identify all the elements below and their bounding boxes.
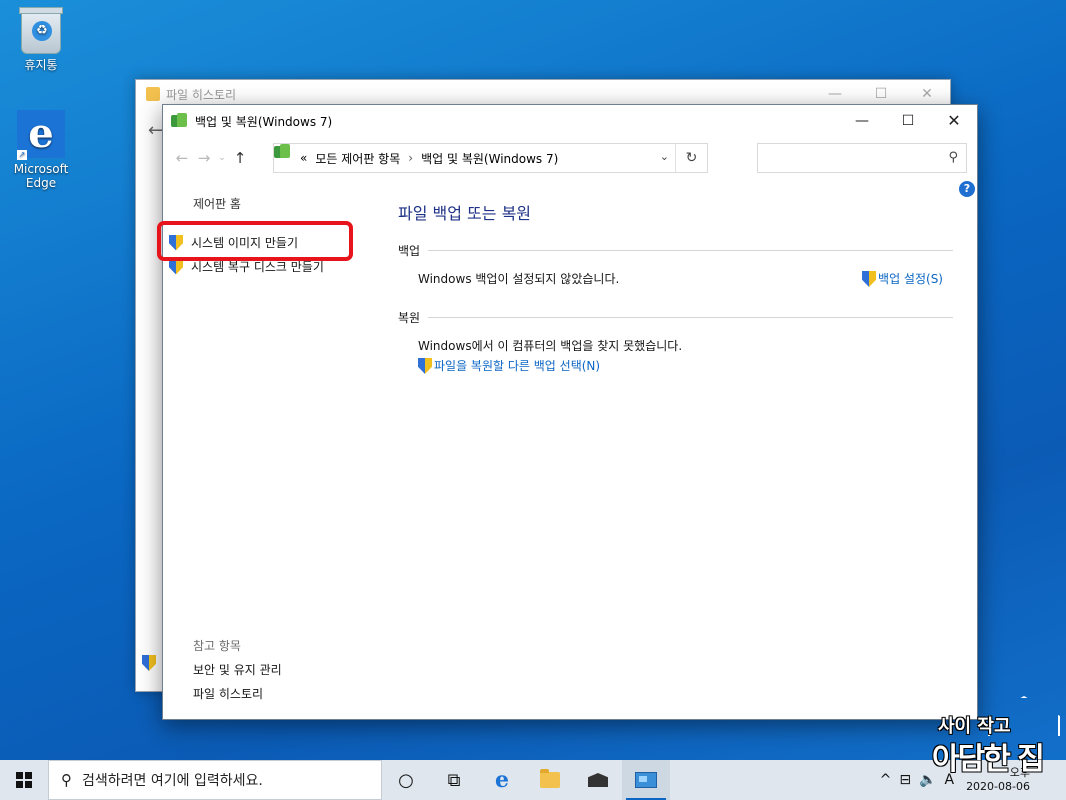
task-view-icon[interactable]: ⧉	[430, 760, 478, 800]
recent-dropdown-icon[interactable]: ⌄	[215, 153, 229, 163]
main-content: 파일 백업 또는 복원 백업 Windows 백업이 설정되지 않았습니다. 백…	[398, 200, 953, 376]
back-arrow-icon[interactable]: ←	[148, 120, 163, 141]
minimize-button[interactable]: —	[839, 105, 885, 137]
navigation-bar: ← → ⌄ ↑ « 모든 제어판 항목 › 백업 및 복원(Windows 7)…	[163, 143, 977, 173]
divider	[428, 317, 953, 318]
mail-icon[interactable]	[574, 760, 622, 800]
file-history-link[interactable]: 파일 히스토리	[193, 685, 263, 702]
edge-icon: e ↗	[17, 110, 65, 160]
taskbar-search-placeholder: 검색하려면 여기에 입력하세요.	[82, 773, 263, 789]
file-history-icon	[146, 87, 160, 101]
divider	[428, 250, 953, 251]
forward-arrow-icon[interactable]: →	[193, 149, 215, 167]
setup-backup-link[interactable]: 백업 설정(S)	[862, 269, 943, 289]
backup-status-row: Windows 백업이 설정되지 않았습니다. 백업 설정(S)	[398, 269, 953, 289]
shield-icon	[862, 271, 877, 287]
recycle-bin-desktop-icon[interactable]: ♻ 휴지통	[8, 7, 74, 72]
cortana-icon[interactable]: ○	[382, 760, 430, 800]
restore-status-text: Windows에서 이 컴퓨터의 백업을 찾지 못했습니다.	[418, 339, 683, 353]
input-method-indicator[interactable]: A	[944, 772, 954, 788]
red-highlight-box	[157, 221, 353, 261]
control-panel-taskbar-icon[interactable]	[622, 760, 670, 800]
select-another-backup-label: 파일을 복원할 다른 백업 선택(N)	[434, 359, 601, 373]
shield-icon	[142, 655, 156, 671]
select-another-backup-link[interactable]: 파일을 복원할 다른 백업 선택(N)	[418, 356, 600, 376]
search-icon: ⚲	[61, 771, 72, 789]
setup-backup-label: 백업 설정(S)	[878, 272, 943, 286]
chevron-down-icon[interactable]: ⌄	[660, 150, 669, 163]
network-icon[interactable]: ⊟	[899, 772, 911, 788]
restore-status-row: Windows에서 이 컴퓨터의 백업을 찾지 못했습니다.	[398, 336, 953, 356]
close-button[interactable]: ✕	[931, 105, 977, 137]
maximize-button[interactable]: ☐	[885, 105, 931, 137]
restore-section-title: 복원	[398, 311, 421, 325]
restore-section-header: 복원	[398, 309, 953, 326]
address-bar[interactable]: « 모든 제어판 항목 › 백업 및 복원(Windows 7) ⌄ ↻	[273, 143, 708, 173]
volume-icon[interactable]: 🔈	[919, 772, 936, 788]
control-panel-icon	[274, 144, 296, 166]
backup-restore-window[interactable]: 백업 및 복원(Windows 7) — ☐ ✕ ← → ⌄ ↑ « 모든 제어…	[157, 104, 978, 720]
edge-label: Microsoft Edge	[13, 162, 69, 190]
search-input[interactable]: ⚲	[757, 143, 967, 173]
backup-section-title: 백업	[398, 244, 421, 258]
shield-icon	[418, 358, 432, 374]
taskbar: ⚲ 검색하려면 여기에 입력하세요. ○ ⧉ e ^ ⊟ 🔈 A 오후 2020…	[0, 760, 1066, 800]
breadcrumb-separator: ›	[408, 151, 414, 165]
recycle-bin-label: 휴지통	[24, 58, 58, 72]
clock[interactable]: 오후 2020-08-06	[966, 766, 1066, 794]
security-maintenance-link[interactable]: 보안 및 유지 관리	[193, 661, 282, 678]
page-title: 파일 백업 또는 복원	[398, 204, 532, 223]
clock-time: 오후	[1009, 766, 1030, 779]
help-icon[interactable]: ?	[959, 181, 975, 197]
start-button[interactable]	[0, 760, 48, 800]
file-explorer-icon[interactable]	[526, 760, 574, 800]
file-history-title: 파일 히스토리	[166, 87, 237, 102]
backup-restore-icon	[171, 113, 189, 129]
up-arrow-icon[interactable]: ↑	[229, 149, 251, 167]
recycle-bin-icon: ♻	[19, 7, 63, 54]
backup-section-header: 백업	[398, 242, 953, 259]
back-arrow-icon[interactable]: ←	[171, 149, 193, 167]
restore-action-row: 파일을 복원할 다른 백업 선택(N)	[398, 356, 953, 376]
sidebar: 제어판 홈 시스템 이미지 만들기 시스템 복구 디스크 만들기 참고 항목 보…	[157, 195, 383, 715]
breadcrumb-all-control-panel[interactable]: 모든 제어판 항목	[315, 150, 400, 167]
address-prefix[interactable]: «	[300, 151, 307, 165]
backup-status-text: Windows 백업이 설정되지 않았습니다.	[418, 272, 620, 286]
edge-icon[interactable]: e	[478, 760, 526, 800]
clock-date: 2020-08-06	[966, 780, 1030, 793]
edge-desktop-icon[interactable]: e ↗ Microsoft Edge	[8, 110, 74, 190]
refresh-icon[interactable]: ↻	[675, 144, 707, 172]
system-tray: ^ ⊟ 🔈 A 오후 2020-08-06	[876, 760, 1066, 800]
control-panel-home-link[interactable]: 제어판 홈	[193, 195, 241, 212]
house-roof-icon	[988, 696, 1060, 736]
show-hidden-icons-icon[interactable]: ^	[880, 772, 892, 788]
window-title: 백업 및 복원(Windows 7)	[195, 114, 333, 129]
taskbar-search-box[interactable]: ⚲ 검색하려면 여기에 입력하세요.	[48, 760, 382, 800]
see-also-heading: 참고 항목	[193, 639, 241, 653]
windows-logo-icon	[16, 772, 32, 788]
search-icon: ⚲	[948, 150, 958, 165]
breadcrumb-backup-restore[interactable]: 백업 및 복원(Windows 7)	[421, 150, 558, 167]
